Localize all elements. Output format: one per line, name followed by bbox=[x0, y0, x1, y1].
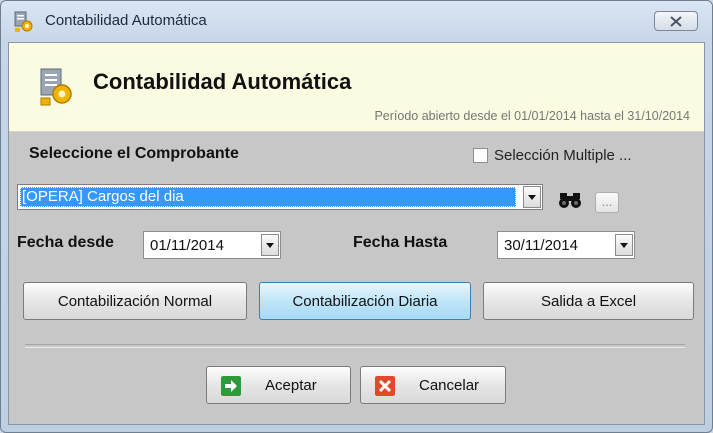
close-button[interactable] bbox=[654, 11, 698, 31]
comprobante-selected-value: [OPERA] Cargos del dia bbox=[20, 187, 516, 207]
title-bar[interactable]: Contabilidad Automática bbox=[1, 1, 712, 41]
excel-output-button[interactable]: Salida a Excel bbox=[483, 282, 694, 320]
fecha-hasta-field[interactable]: 30/11/2014 bbox=[497, 231, 635, 259]
gear-document-icon bbox=[40, 68, 72, 106]
comprobante-dropdown-button[interactable] bbox=[523, 186, 541, 208]
cancel-label: Cancelar bbox=[419, 377, 480, 394]
cancel-button[interactable]: Cancelar bbox=[360, 366, 506, 404]
chevron-down-icon bbox=[620, 242, 628, 248]
close-icon bbox=[670, 15, 682, 27]
page-title: Contabilidad Automática bbox=[93, 69, 352, 94]
checkbox-box[interactable] bbox=[473, 148, 488, 163]
multi-select-checkbox[interactable]: Selección Multiple ... bbox=[473, 147, 632, 164]
header-band: Contabilidad Automática Período abierto … bbox=[9, 43, 704, 132]
arrow-right-icon bbox=[221, 376, 241, 396]
chevron-down-icon bbox=[528, 194, 536, 200]
contabilizacion-diaria-button[interactable]: Contabilización Diaria bbox=[259, 282, 471, 320]
find-button[interactable] bbox=[557, 188, 583, 212]
gear-document-icon bbox=[14, 11, 33, 32]
comprobante-select[interactable]: [OPERA] Cargos del dia bbox=[17, 184, 543, 210]
fecha-desde-label: Fecha desde bbox=[17, 234, 114, 251]
fecha-desde-field[interactable]: 01/11/2014 bbox=[143, 231, 281, 259]
comprobante-label: Seleccione el Comprobante bbox=[29, 145, 239, 162]
fecha-hasta-label: Fecha Hasta bbox=[353, 234, 448, 251]
period-info: Período abierto desde el 01/01/2014 hast… bbox=[374, 109, 690, 123]
fecha-desde-dropdown-button[interactable] bbox=[261, 234, 279, 256]
dialog-window: Contabilidad Automática Contabilidad Aut… bbox=[0, 0, 713, 433]
fecha-hasta-dropdown-button[interactable] bbox=[615, 234, 633, 256]
accept-label: Aceptar bbox=[265, 377, 317, 394]
separator bbox=[25, 344, 685, 348]
chevron-down-icon bbox=[266, 242, 274, 248]
multi-select-label: Selección Multiple ... bbox=[494, 147, 632, 164]
binoculars-icon bbox=[559, 193, 581, 208]
fecha-hasta-value: 30/11/2014 bbox=[504, 237, 578, 254]
fecha-desde-value: 01/11/2014 bbox=[150, 237, 224, 254]
dialog-body: Contabilidad Automática Período abierto … bbox=[8, 42, 705, 425]
contabilizacion-normal-button[interactable]: Contabilización Normal bbox=[23, 282, 247, 320]
more-options-button[interactable]: ... bbox=[595, 192, 619, 213]
close-icon bbox=[375, 376, 395, 396]
accept-button[interactable]: Aceptar bbox=[206, 366, 351, 404]
window-title: Contabilidad Automática bbox=[45, 12, 207, 29]
